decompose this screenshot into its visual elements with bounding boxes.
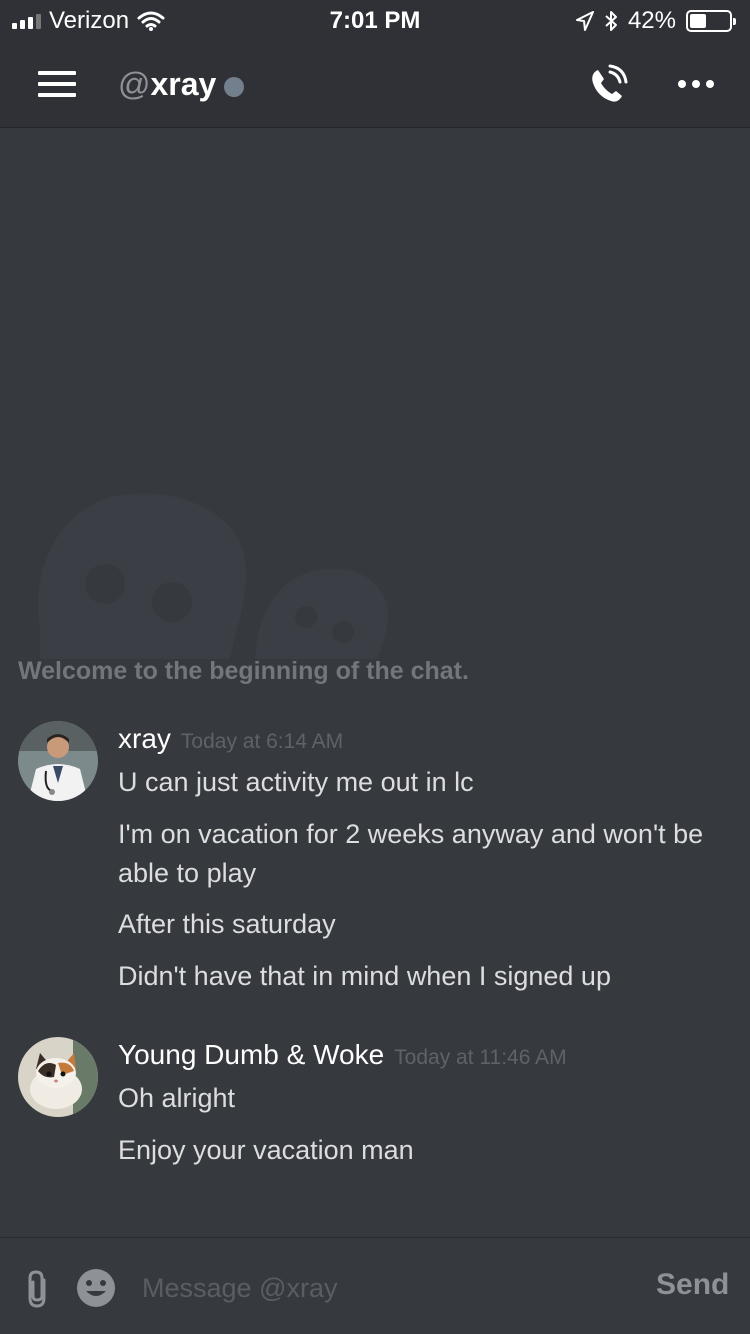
doctor-avatar-image <box>18 721 98 801</box>
message-author[interactable]: Young Dumb & Woke <box>118 1039 384 1071</box>
message-text[interactable]: I'm on vacation for 2 weeks anyway and w… <box>118 815 708 893</box>
message-text[interactable]: After this saturday <box>118 905 708 944</box>
avatar[interactable] <box>18 721 98 801</box>
discord-logo-watermark-icon <box>38 493 389 659</box>
message-text[interactable]: Enjoy your vacation man <box>118 1131 708 1170</box>
status-bar: Verizon 7:01 PM 42% <box>0 0 750 40</box>
battery-icon <box>686 10 736 32</box>
message-composer: Send <box>0 1237 750 1334</box>
avatar[interactable] <box>18 1037 98 1117</box>
message-timestamp: Today at 6:14 AM <box>180 730 344 753</box>
message-text[interactable]: U can just activity me out in lc <box>118 763 708 802</box>
kitten-avatar-image <box>18 1037 98 1117</box>
location-icon <box>575 11 594 31</box>
more-options-icon[interactable] <box>678 74 718 94</box>
at-symbol: @ <box>118 66 151 102</box>
message-text[interactable]: Didn't have that in mind when I signed u… <box>118 957 708 996</box>
message-author[interactable]: xray <box>118 723 171 755</box>
dm-username: xray <box>150 66 217 102</box>
message-timestamp: Today at 11:46 AM <box>394 1046 567 1069</box>
menu-icon[interactable] <box>38 71 76 97</box>
welcome-text: Welcome to the beginning of the chat. <box>18 657 469 685</box>
send-button[interactable]: Send <box>656 1268 729 1302</box>
phone-call-icon[interactable] <box>584 62 630 108</box>
battery-percent: 42% <box>627 7 676 34</box>
presence-status-icon <box>224 76 245 97</box>
message-input[interactable] <box>142 1266 622 1310</box>
emoji-icon[interactable] <box>76 1268 116 1308</box>
paperclip-icon[interactable] <box>22 1268 54 1310</box>
channel-header: @ xray <box>0 40 750 128</box>
bluetooth-icon <box>605 11 617 31</box>
dm-title: @ xray <box>118 66 245 103</box>
message-text[interactable]: Oh alright <box>118 1079 708 1118</box>
chat-area[interactable]: Welcome to the beginning of the chat. xr… <box>0 129 750 1237</box>
